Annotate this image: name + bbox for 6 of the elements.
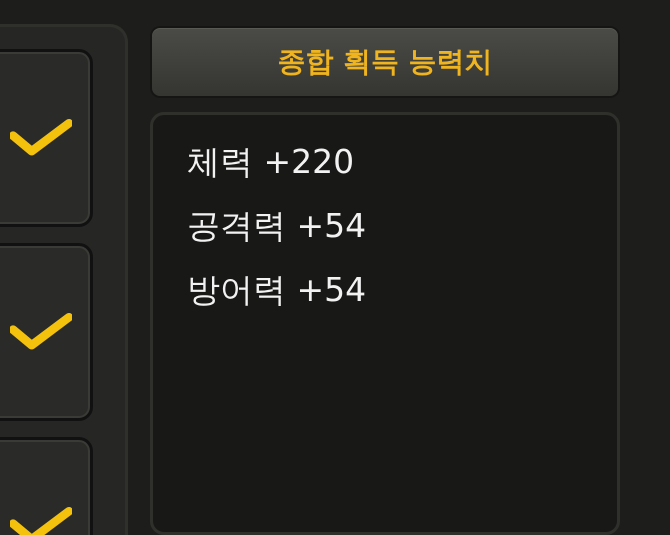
slot-tile[interactable] bbox=[0, 243, 93, 421]
slot-tile[interactable] bbox=[0, 49, 93, 227]
stat-text: 방어력 +54 bbox=[187, 271, 366, 309]
stat-text: 체력 +220 bbox=[187, 143, 354, 181]
stats-title: 종합 획득 능력치 bbox=[277, 44, 493, 80]
stat-text: 공격력 +54 bbox=[187, 207, 366, 245]
